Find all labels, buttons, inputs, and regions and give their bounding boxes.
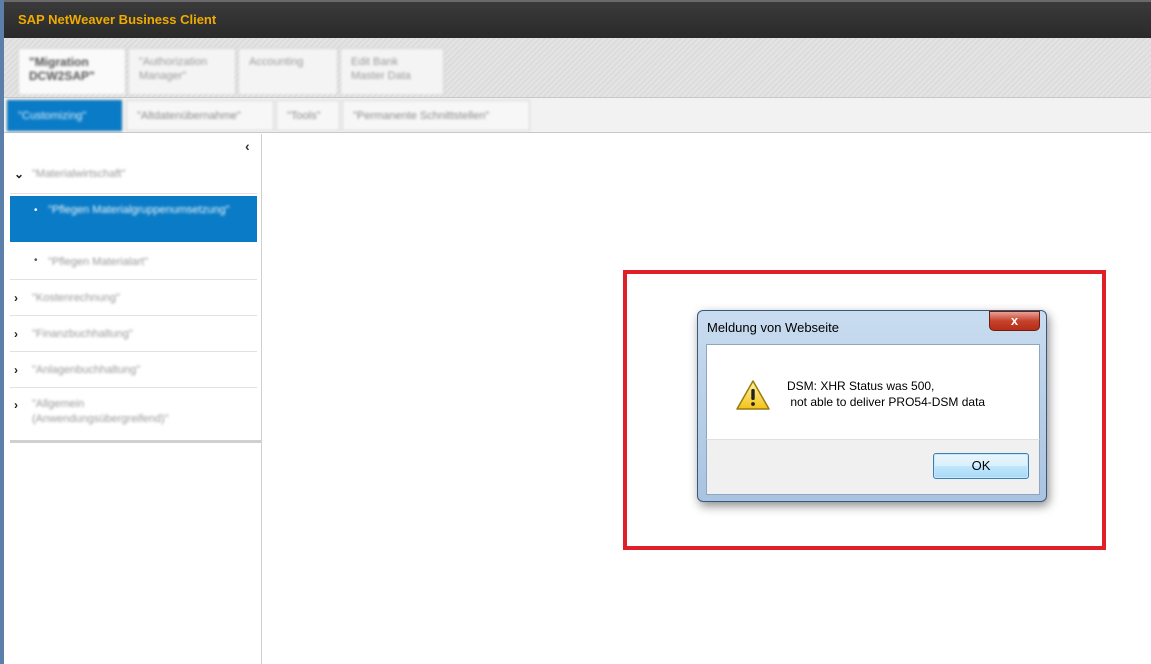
chevron-right-icon: › <box>14 398 18 412</box>
app-title: SAP NetWeaver Business Client <box>18 12 217 27</box>
subtab-tools[interactable]: "Tools" <box>276 100 340 131</box>
close-button[interactable]: x <box>989 311 1040 331</box>
nav-item-label: "Anlagenbuchhaltung" <box>32 364 141 376</box>
nav-item-label: "Materialwirtschaft" <box>32 168 126 180</box>
subtab-permanente-schnittstellen[interactable]: "Permanente Schnittstellen" <box>342 100 530 131</box>
nav-item-label: "Kostenrechnung" <box>32 292 120 304</box>
nav-item-anlagenbuchhaltung[interactable]: › "Anlagenbuchhaltung" <box>10 352 257 388</box>
nav-item-label: "Allgemein (Anwendungsübergreifend)" <box>32 398 169 425</box>
nav-item-materialwirtschaft[interactable]: ⌄ "Materialwirtschaft" <box>10 158 257 194</box>
nav-item-kostenrechnung[interactable]: › "Kostenrechnung" <box>10 280 257 316</box>
nav-item-allgemein[interactable]: › "Allgemein (Anwendungsübergreifend)" <box>10 388 257 436</box>
tab-accounting[interactable]: Accounting <box>238 48 338 94</box>
work-center-tabs: "Migration DCW2SAP" "Authorization Manag… <box>4 38 1151 98</box>
dialog-message: DSM: XHR Status was 500, not able to del… <box>787 378 985 410</box>
tab-migration[interactable]: "Migration DCW2SAP" <box>18 48 126 94</box>
bullet-icon: • <box>34 205 38 216</box>
sub-tabs: "Customizing" "Altdatenübernahme" "Tools… <box>4 98 1151 133</box>
chevron-right-icon: › <box>14 291 18 305</box>
dialog-message-line2: not able to deliver PRO54-DSM data <box>787 395 986 409</box>
message-dialog: Meldung von Webseite x DSM: XHR Status w… <box>697 310 1047 502</box>
nav-item-label: "Pflegen Materialart" <box>48 256 149 268</box>
collapse-panel-icon[interactable]: ‹ <box>245 138 250 154</box>
dialog-body: DSM: XHR Status was 500, not able to del… <box>706 344 1040 439</box>
warning-icon <box>736 380 770 410</box>
nav-item-pflegen-materialart[interactable]: • "Pflegen Materialart" <box>10 244 257 280</box>
navigation-panel: ‹ ⌄ "Materialwirtschaft" • "Pflegen Mate… <box>4 134 262 664</box>
sap-business-client-window: SAP NetWeaver Business Client "Migration… <box>0 0 1151 664</box>
tab-authorization-manager[interactable]: "Authorization Manager" <box>128 48 236 94</box>
tab-edit-bank-master-data[interactable]: Edit Bank Master Data <box>340 48 444 94</box>
nav-item-pflegen-materialgruppenumsetzung[interactable]: • "Pflegen Materialgruppenumsetzung" <box>10 196 257 242</box>
nav-item-finanzbuchhaltung[interactable]: › "Finanzbuchhaltung" <box>10 316 257 352</box>
chevron-right-icon: › <box>14 363 18 377</box>
nav-divider <box>10 440 261 443</box>
chevron-down-icon: ⌄ <box>14 167 25 181</box>
bullet-icon: • <box>34 255 38 266</box>
ok-button[interactable]: OK <box>933 453 1029 479</box>
dialog-title: Meldung von Webseite <box>707 320 840 335</box>
chevron-right-icon: › <box>14 327 18 341</box>
title-bar: SAP NetWeaver Business Client <box>4 0 1151 38</box>
subtab-altdatenuebernahme[interactable]: "Altdatenübernahme" <box>126 100 274 131</box>
dialog-message-line1: DSM: XHR Status was 500, <box>787 379 935 393</box>
nav-item-label: "Pflegen Materialgruppenumsetzung" <box>48 204 230 216</box>
subtab-customizing[interactable]: "Customizing" <box>7 100 122 131</box>
nav-item-label: "Finanzbuchhaltung" <box>32 328 133 340</box>
